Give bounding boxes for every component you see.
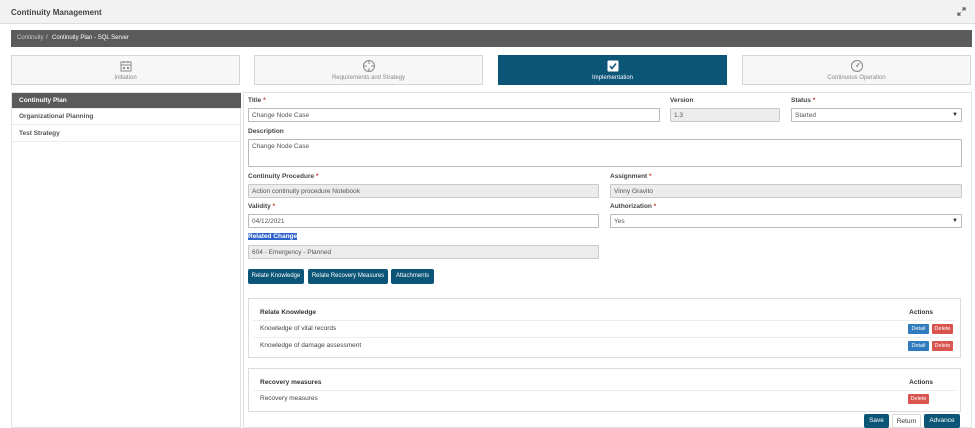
row-title: Knowledge of vital records [260,325,337,332]
chevron-down-icon: ▼ [952,112,958,118]
sidebar: Continuity Plan Organizational Planning … [11,92,241,428]
assignment-field: Vinny Gravito [610,184,962,198]
calendar-icon [120,61,131,72]
detail-button[interactable]: Detail [908,324,929,334]
title-input[interactable]: Change Node Case [248,108,660,122]
detail-button[interactable]: Detail [908,341,929,351]
gauge-icon [850,60,863,72]
sidebar-item-continuity-plan[interactable]: Continuity Plan [12,93,241,109]
assignment-label: Assignment * [610,173,652,180]
version-field: 1.3 [670,108,780,122]
checkbox-icon [607,60,618,72]
expand-icon[interactable] [957,7,966,16]
breadcrumb-separator: / [46,35,48,41]
crosshair-icon [362,60,375,72]
authorization-select[interactable]: Yes ▼ [610,214,962,228]
authorization-label: Authorization * [610,203,657,210]
window-header: Continuity Management [0,0,975,24]
advance-button[interactable]: Advance [924,414,960,428]
validity-date-input[interactable]: 04/12/2021 [248,214,599,228]
actions-header: Actions [909,379,933,386]
step-label: Initiation [114,75,137,81]
table-row: Recovery measures Delete [253,390,956,406]
row-title: Recovery measures [260,395,318,402]
delete-button[interactable]: Delete [932,324,953,334]
breadcrumb: Continuity / Continuity Plan - SQL Serve… [11,30,972,47]
version-label: Version [670,97,694,104]
title-label: Title * [248,97,266,104]
status-value: Started [795,112,816,119]
delete-button[interactable]: Delete [908,394,929,404]
app-title: Continuity Management [11,8,102,17]
save-button[interactable]: Save [864,414,889,428]
table-row: Knowledge of damage assessment Detail De… [253,337,956,353]
step-label: Requirements and Strategy [331,75,406,81]
step-requirements-and-strategy[interactable]: Requirements and Strategy [254,55,483,85]
breadcrumb-current: Continuity Plan - SQL Server [52,35,129,41]
step-label: Implementation [591,75,634,81]
authorization-value: Yes [614,218,625,225]
step-implementation[interactable]: Implementation [498,55,727,85]
sidebar-item-organizational-planning[interactable]: Organizational Planning [12,109,241,125]
relate-recovery-measures-button[interactable]: Relate Recovery Measures [308,269,388,284]
procedure-label: Continuity Procedure * [248,173,319,180]
validity-label: Validity * [248,203,276,210]
status-label: Status * [791,97,816,104]
sidebar-item-test-strategy[interactable]: Test Strategy [12,126,241,142]
attachments-button[interactable]: Attachments [391,269,434,284]
return-button[interactable]: Return [892,414,921,428]
procedure-field: Action continuity procedure Notebook [248,184,599,198]
related-change-label: Related Change [248,233,298,240]
related-change-field: 604 - Emergency - Planned [248,245,599,259]
table-row: Knowledge of vital records Detail Delete [253,320,956,336]
panel-header: Recovery measures [260,379,322,386]
row-title: Knowledge of damage assessment [260,342,362,349]
description-label: Description [248,128,284,135]
step-continuous-operation[interactable]: Continuous Operation [742,55,971,85]
panel-header: Relate Knowledge [260,309,316,316]
step-label: Continuous Operation [827,75,886,81]
delete-button[interactable]: Delete [932,341,953,351]
relate-knowledge-button[interactable]: Relate Knowledge [248,269,304,284]
chevron-down-icon: ▼ [952,218,958,224]
step-initiation[interactable]: Initiation [11,55,240,85]
status-select[interactable]: Started ▼ [791,108,962,122]
relate-knowledge-panel: Relate Knowledge Actions Knowledge of vi… [248,298,961,358]
breadcrumb-parent[interactable]: Continuity [17,35,44,41]
description-textarea[interactable]: Change Node Case [248,139,962,167]
recovery-measures-panel: Recovery measures Actions Recovery measu… [248,368,961,412]
actions-header: Actions [909,309,933,316]
